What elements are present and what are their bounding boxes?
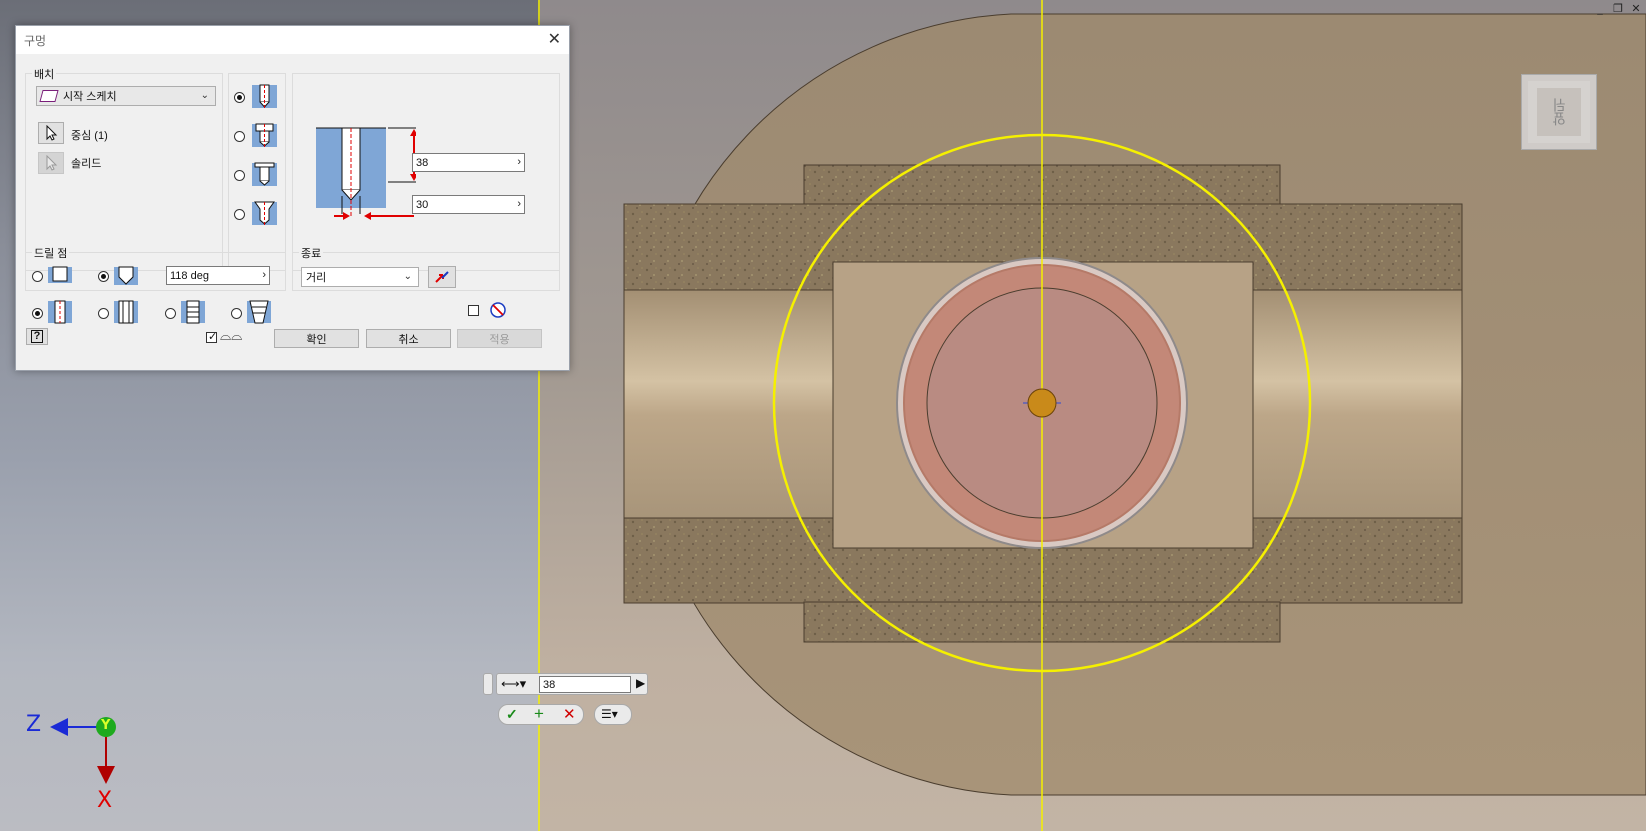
help-button[interactable]: ? (26, 328, 48, 345)
chevron-right-icon[interactable]: › (517, 198, 521, 210)
mini-toolbar-actions: ✓ + ✕ (498, 704, 584, 725)
apply-label: 적용 (489, 333, 510, 346)
center-select-button[interactable] (38, 122, 64, 144)
x-axis-label: X (97, 788, 113, 813)
center-label: 중심 (1) (71, 130, 108, 142)
viewcube[interactable]: 앞뒤 (1521, 74, 1597, 150)
drill-point-flat-radio[interactable] (32, 271, 43, 282)
termination-dropdown[interactable]: 거리 ⌄ (301, 267, 419, 287)
check-icon: ✓ (208, 331, 218, 343)
idle-checkbox[interactable] (468, 305, 479, 316)
simple-hole-icon (252, 84, 277, 108)
play-icon[interactable]: ▶ (636, 676, 645, 690)
close-window-icon[interactable]: ✕ (1630, 2, 1642, 15)
minimize-icon[interactable]: _ (1594, 2, 1606, 15)
hole-type-counterbore-radio[interactable] (234, 131, 245, 142)
hole-type-simple-radio[interactable] (234, 92, 245, 103)
placement-label: 배치 (32, 66, 57, 82)
flat-drill-icon (48, 266, 72, 283)
chevron-right-icon[interactable]: › (517, 156, 521, 168)
sketch-icon (39, 90, 59, 102)
thread-clearance-radio[interactable] (98, 308, 109, 319)
help-icon: ? (30, 330, 44, 343)
solid-label: 솔리드 (71, 158, 102, 170)
solid-select-button[interactable] (38, 152, 64, 174)
clearance-bore-icon (114, 300, 138, 324)
diameter-value: 30 (416, 198, 429, 211)
depth-input[interactable]: 38 › (412, 153, 525, 172)
diameter-arrows (334, 212, 414, 220)
apply-button[interactable]: 적용 (457, 329, 542, 348)
close-icon[interactable]: ✕ (548, 32, 561, 48)
diameter-input[interactable]: 30 › (412, 195, 525, 214)
termination-value: 거리 (306, 272, 327, 284)
hole-section-diagram (316, 127, 416, 216)
y-axis-label: Y (101, 718, 111, 733)
cancel-label: 취소 (398, 333, 419, 346)
hole-type-countersink-radio[interactable] (234, 209, 245, 220)
center-point (1027, 388, 1057, 418)
countersink-hole-icon (252, 201, 277, 225)
mini-toolbar-value-input[interactable]: 38 (539, 676, 631, 693)
mini-toolbar-options[interactable]: ☰▾ (594, 704, 632, 725)
taper-tapped-icon (247, 300, 271, 324)
chevron-down-icon: ⌄ (200, 90, 209, 101)
counterbore-hole-icon (252, 123, 277, 147)
preview-checkbox[interactable]: ✓ (206, 331, 218, 343)
mini-toolbar-input-bar: ⟷▾ 38 ▶ (496, 673, 648, 695)
thread-taper-radio[interactable] (231, 308, 242, 319)
drill-point-label: 드릴 점 (32, 245, 70, 261)
mini-toolbar-value: 38 (543, 678, 556, 691)
ok-label: 확인 (306, 333, 327, 346)
termination-label: 종료 (299, 245, 324, 261)
cursor-arrow-icon (46, 125, 58, 141)
depth-value: 38 (416, 156, 429, 169)
tapped-bore-icon (181, 300, 205, 324)
viewcube-face[interactable]: 앞뒤 (1537, 88, 1581, 136)
chevron-right-icon[interactable]: › (262, 269, 266, 281)
placement-dropdown-value: 시작 스케치 (63, 91, 117, 103)
ok-button[interactable]: 확인 (274, 329, 359, 348)
cancel-x-icon[interactable]: ✕ (563, 705, 576, 723)
distance-mode-icon[interactable]: ⟷▾ (501, 676, 526, 692)
add-plus-icon[interactable]: + (534, 704, 544, 724)
spotface-hole-icon (252, 162, 277, 186)
drill-point-angle-radio[interactable] (98, 271, 109, 282)
restore-icon[interactable]: ❐ (1612, 2, 1624, 15)
dialog-title: 구멍 (24, 33, 47, 48)
cancel-button[interactable]: 취소 (366, 329, 451, 348)
mini-toolbar-grip[interactable] (483, 673, 493, 695)
cursor-arrow-icon (46, 155, 58, 171)
hole-type-spotface-radio[interactable] (234, 170, 245, 181)
drill-angle-input[interactable]: 118 deg › (166, 266, 270, 285)
flip-direction-button[interactable] (428, 266, 456, 288)
angle-drill-icon (114, 266, 138, 285)
simple-bore-icon (48, 300, 72, 324)
dialog-titlebar[interactable]: 구멍 ✕ (16, 26, 569, 54)
window-controls: _ ❐ ✕ (1594, 2, 1642, 15)
no-entry-icon[interactable] (490, 302, 506, 318)
thread-simple-radio[interactable] (32, 308, 43, 319)
chevron-down-icon: ⌄ (403, 271, 412, 282)
hole-dialog: 구멍 ✕ 배치 시작 스케치 ⌄ 중심 (1) 솔리드 38 › 30 › 드릴… (15, 25, 570, 371)
drill-angle-value: 118 deg (170, 269, 209, 282)
confirm-check-icon[interactable]: ✓ (506, 706, 518, 723)
z-axis-label: Z (26, 712, 42, 737)
placement-dropdown[interactable]: 시작 스케치 ⌄ (36, 86, 216, 106)
glasses-icon: ⌓⌓ (220, 327, 243, 343)
flip-direction-icon (435, 271, 449, 283)
thread-tapped-radio[interactable] (165, 308, 176, 319)
options-list-icon: ☰▾ (601, 707, 618, 721)
